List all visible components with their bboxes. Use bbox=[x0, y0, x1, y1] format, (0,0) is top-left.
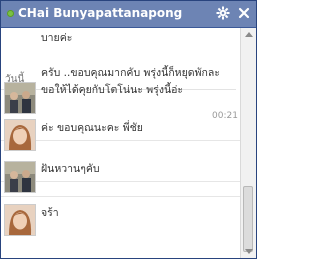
message-separator bbox=[1, 196, 240, 197]
chat-titlebar[interactable]: CHai Bunyapattanapong bbox=[1, 1, 256, 28]
user-avatar[interactable] bbox=[4, 204, 36, 236]
online-status-icon bbox=[7, 10, 14, 17]
message-text: ฝันหวานๆคับ bbox=[41, 163, 100, 175]
user-avatar[interactable] bbox=[4, 119, 36, 151]
gear-icon[interactable] bbox=[215, 6, 231, 22]
message-separator bbox=[1, 181, 240, 182]
chat-title[interactable]: CHai Bunyapattanapong bbox=[18, 6, 182, 20]
contact-avatar[interactable] bbox=[4, 161, 36, 193]
chat-window: CHai Bunyapattanapong บายค่ะ วันนี้ ครับ… bbox=[0, 0, 257, 259]
scrollbar[interactable] bbox=[240, 28, 256, 258]
message-separator bbox=[1, 140, 240, 141]
message-text: ค่ะ ขอบคุณนะคะ พี่ชัย bbox=[41, 122, 143, 134]
message-text: ขอให้ได้คุยกับโตโน่นะ พรุ่งนี้อ่ะ bbox=[41, 84, 184, 96]
message-timestamp: 00:21 bbox=[212, 111, 238, 121]
close-icon[interactable] bbox=[236, 6, 252, 22]
scrollbar-thumb[interactable] bbox=[243, 186, 253, 252]
message-list[interactable]: บายค่ะ วันนี้ ครับ ..ขอบคุณมากคับ พรุ่งน… bbox=[1, 28, 240, 258]
scroll-down-arrow-icon[interactable] bbox=[245, 249, 253, 254]
scroll-up-arrow-icon[interactable] bbox=[245, 32, 253, 37]
message-text: บายค่ะ bbox=[41, 32, 73, 44]
contact-avatar[interactable] bbox=[4, 82, 36, 114]
message-text: จร้า bbox=[41, 207, 59, 219]
message-text: ครับ ..ขอบคุณมากคับ พรุ่งนี้ก็หยุดพักละ bbox=[41, 67, 220, 79]
